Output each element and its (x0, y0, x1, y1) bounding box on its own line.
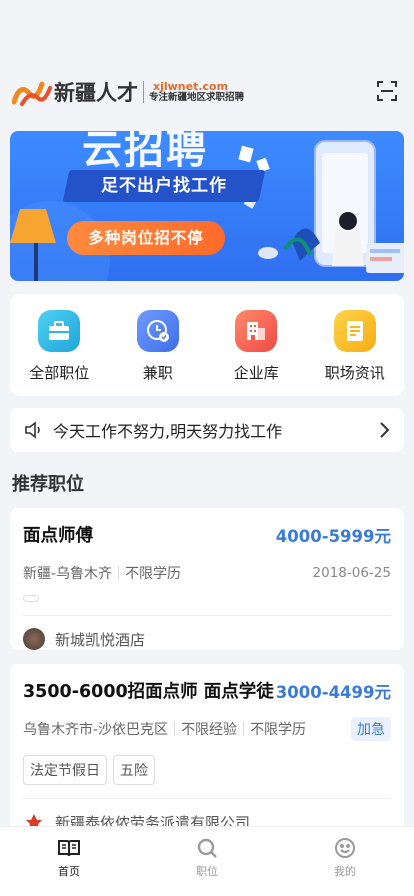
section-title: 推荐职位 (12, 474, 84, 495)
clock-badge-icon (136, 310, 179, 352)
quick-link-label: 兼职 (142, 364, 173, 382)
search-icon (197, 838, 217, 858)
quick-link-all-jobs[interactable]: 全部职位 (10, 294, 109, 396)
logo-name: 新疆人才 (54, 80, 138, 105)
notice-bar[interactable]: 今天工作不努力,明天努力找工作 (10, 408, 404, 452)
job-tag: 五险 (113, 755, 155, 785)
quick-link-companies[interactable]: 企业库 (207, 294, 306, 396)
job-tags: 法定节假日 五险 (23, 755, 391, 785)
briefcase-icon (38, 310, 81, 352)
job-title: 面点师傅 (23, 526, 93, 546)
bottom-tab-bar: 首页 职位 我的 (0, 826, 414, 896)
job-card[interactable]: 面点师傅 4000-5999元 新疆-乌鲁木齐 不限学历 2018-06-25 … (10, 508, 404, 650)
smiley-icon (335, 838, 355, 858)
logo-slogan: 专注新疆地区求职招聘 (149, 91, 245, 103)
job-location: 乌鲁木齐市-沙依巴克区 (23, 722, 169, 738)
logo-url: xjlwnet.com (153, 79, 229, 93)
meta-divider (174, 722, 176, 736)
document-icon (333, 310, 376, 352)
job-experience: 不限经验 (181, 722, 238, 738)
scan-icon (377, 81, 397, 101)
chevron-right-icon (380, 422, 390, 438)
job-salary: 4000-5999元 (275, 526, 391, 546)
company-name: 新城凯悦酒店 (55, 630, 146, 649)
speaker-icon (25, 421, 40, 439)
app-header: 新疆人才 xjlwnet.com 专注新疆地区求职招聘 (11, 72, 402, 112)
quick-links: 全部职位 兼职 企业库 职场资讯 (10, 294, 404, 396)
building-icon (235, 310, 278, 352)
job-tag: 法定节假日 (23, 755, 107, 785)
meta-divider (243, 722, 245, 736)
job-location: 新疆-乌鲁木齐 (23, 566, 113, 582)
banner-subtitle: 足不出户找工作 (62, 170, 266, 202)
promo-banner[interactable]: 云招聘 足不出户找工作 多种岗位招不停 (10, 131, 404, 281)
tab-jobs[interactable]: 职位 (138, 827, 276, 896)
meta-divider (118, 566, 120, 580)
tab-home[interactable]: 首页 (0, 827, 138, 896)
scan-button[interactable] (376, 80, 398, 102)
company-row[interactable]: 新城凯悦酒店 (23, 616, 391, 662)
job-education: 不限学历 (250, 722, 307, 738)
job-education: 不限学历 (125, 566, 182, 582)
logo-divider (143, 81, 144, 103)
banner-title: 云招聘 (82, 131, 208, 173)
book-icon (58, 840, 80, 857)
job-card[interactable]: 3500-6000招面点师 面点学徒 3000-4499元 乌鲁木齐市-沙依巴克… (10, 664, 404, 836)
quick-link-label: 企业库 (233, 364, 279, 382)
banner-pill: 多种岗位招不停 (67, 221, 225, 255)
logo-mark-icon (11, 76, 52, 108)
brand-logo: 新疆人才 xjlwnet.com 专注新疆地区求职招聘 (11, 76, 245, 108)
job-date: 2018-06-25 (312, 565, 391, 581)
tab-label: 首页 (58, 865, 80, 878)
job-salary: 3000-4499元 (275, 682, 391, 702)
company-logo (23, 628, 45, 650)
urgent-badge: 加急 (351, 717, 391, 741)
tab-profile[interactable]: 我的 (276, 827, 414, 896)
empty-tag (23, 595, 39, 602)
quick-link-label: 职场资讯 (324, 364, 385, 382)
quick-link-part-time[interactable]: 兼职 (109, 294, 208, 396)
tab-label: 我的 (334, 865, 356, 878)
notice-text: 今天工作不努力,明天努力找工作 (53, 422, 283, 441)
quick-link-career-news[interactable]: 职场资讯 (306, 294, 405, 396)
quick-link-label: 全部职位 (29, 364, 90, 382)
job-title: 3500-6000招面点师 面点学徒 (23, 682, 274, 702)
tab-label: 职位 (196, 865, 218, 878)
